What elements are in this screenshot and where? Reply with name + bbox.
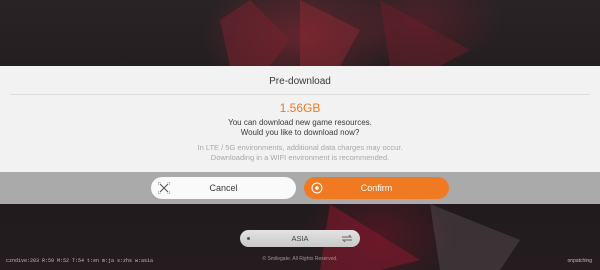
- note-line-2: Downloading in a WIFI environment is rec…: [210, 153, 390, 162]
- pre-download-dialog: Pre-download 1.56GB You can download new…: [0, 66, 600, 204]
- confirm-label: Confirm: [360, 183, 393, 193]
- download-size: 1.56GB: [279, 101, 321, 115]
- confirm-button[interactable]: Confirm: [304, 177, 449, 199]
- confirm-circle-icon: [311, 182, 323, 194]
- message-line-2: Would you like to download now?: [240, 128, 360, 137]
- region-indicator-dot: [247, 237, 250, 240]
- cancel-label: Cancel: [209, 183, 238, 193]
- dialog-title: Pre-download: [269, 76, 331, 87]
- region-selector[interactable]: ASIA: [240, 230, 360, 247]
- note-line-1: In LTE / 5G environments, additional dat…: [197, 143, 403, 152]
- cancel-button[interactable]: Cancel: [151, 177, 296, 199]
- message-line-1: You can download new game resources.: [228, 118, 372, 127]
- swap-arrows-icon: [341, 234, 353, 243]
- close-x-icon: [158, 182, 170, 194]
- copyright-text: © Smilegate. All Rights Reserved.: [262, 256, 338, 262]
- region-label: ASIA: [291, 234, 309, 243]
- patch-status: onpatching: [567, 258, 592, 264]
- title-divider: [10, 94, 590, 95]
- dialog-button-bar: [0, 172, 600, 204]
